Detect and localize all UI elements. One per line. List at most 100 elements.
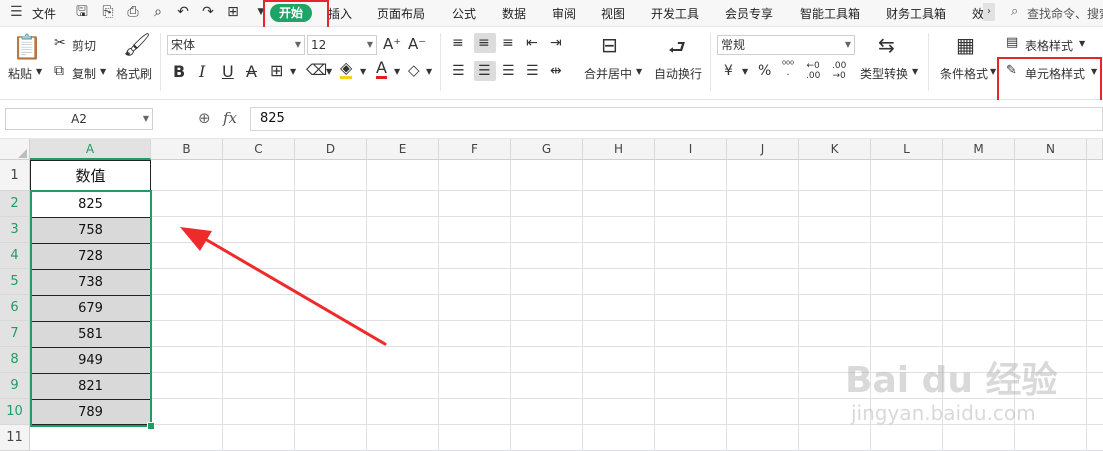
fx-button[interactable]: fx — [223, 109, 237, 127]
copy-dropdown-icon[interactable]: ▼ — [100, 67, 106, 76]
clear-dropdown-icon[interactable]: ▼ — [426, 67, 432, 76]
copy-icon[interactable]: ⧉ — [54, 63, 64, 79]
increase-decimal-icon[interactable]: ←0.00 — [806, 61, 820, 81]
zoom-icon[interactable]: ⊕ — [198, 109, 211, 127]
indent-decrease-icon[interactable]: ⇤ — [526, 35, 538, 51]
file-menu[interactable]: 文件 — [32, 5, 56, 22]
menu-bar: ☰ 文件 🖫 ⎘ ⎙ ⌕ ↶ ↷ ⊞ ▼ 开始 插入 页面布局 公式 数据 审阅… — [0, 0, 1103, 27]
percent-button[interactable]: % — [758, 63, 771, 79]
wrap-text-button[interactable]: 自动换行 — [654, 65, 702, 82]
align-bottom-icon[interactable]: ≡ — [502, 35, 514, 51]
spreadsheet-grid: A B C D E F G H I J K L M N 1 2 3 4 5 6 … — [0, 139, 1103, 451]
separator — [160, 33, 161, 91]
chevron-down-icon: ▼ — [142, 114, 149, 123]
distribute-icon[interactable]: ⇹ — [550, 63, 562, 79]
formula-bar: A2 ▼ ⊕ fx 825 — [0, 100, 1103, 139]
align-center-icon[interactable]: ☰ — [478, 63, 491, 79]
thousands-icon[interactable]: ⁰⁰⁰ · — [782, 61, 794, 81]
type-convert-dropdown-icon[interactable]: ▼ — [912, 67, 918, 76]
align-left-icon[interactable]: ☰ — [452, 63, 465, 79]
chevron-down-icon: ▼ — [294, 40, 301, 49]
undo-icon[interactable]: ↶ — [175, 4, 191, 20]
font-name-value: 宋体 — [171, 38, 196, 52]
redo-icon[interactable]: ↷ — [200, 4, 216, 20]
wrap-text-icon[interactable]: ⮐ — [668, 33, 686, 67]
merge-dropdown-icon[interactable]: ▼ — [636, 67, 642, 76]
font-name-select[interactable]: 宋体 ▼ — [167, 35, 305, 55]
tab-developer[interactable]: 开发工具 — [651, 5, 699, 22]
export-icon[interactable]: ⎘ — [100, 4, 116, 20]
watermark-brand: Bai du 经验 — [845, 360, 1058, 401]
search-icon: ⌕ — [1011, 4, 1019, 19]
font-size-select[interactable]: 12 ▼ — [307, 35, 377, 55]
bold-button[interactable]: B — [173, 62, 185, 81]
currency-button[interactable]: ¥ — [724, 63, 733, 79]
formula-input[interactable]: 825 — [250, 107, 1103, 131]
table-style-button[interactable]: 表格样式 — [1025, 37, 1073, 54]
preview-icon[interactable]: ⌕ — [150, 4, 166, 20]
name-box[interactable]: A2 ▼ — [5, 108, 153, 130]
tab-page-layout[interactable]: 页面布局 — [377, 5, 425, 22]
justify-icon[interactable]: ☰ — [526, 63, 539, 79]
align-right-icon[interactable]: ☰ — [502, 63, 515, 79]
erase-format-icon[interactable]: ⌫ — [306, 61, 327, 79]
tab-smart-toolbox[interactable]: 智能工具箱 — [800, 5, 860, 22]
tab-formulas[interactable]: 公式 — [452, 5, 476, 22]
tab-finance-toolbox[interactable]: 财务工具箱 — [886, 5, 946, 22]
tab-view[interactable]: 视图 — [601, 5, 625, 22]
table-style-dropdown-icon[interactable]: ▼ — [1079, 39, 1085, 48]
hamburger-icon[interactable]: ☰ — [10, 4, 23, 20]
align-middle-icon[interactable]: ≡ — [478, 35, 490, 51]
paste-button[interactable]: 粘贴 — [8, 65, 32, 82]
tab-review[interactable]: 审阅 — [552, 5, 576, 22]
italic-button[interactable]: I — [199, 62, 205, 81]
paste-icon[interactable]: 📋 — [12, 33, 42, 61]
tab-member[interactable]: 会员专享 — [725, 5, 773, 22]
conditional-format-button[interactable]: 条件格式 — [940, 65, 988, 82]
number-format-select[interactable]: 常规 ▼ — [717, 35, 855, 55]
save-icon[interactable]: 🖫 — [74, 4, 90, 20]
format-painter-button[interactable]: 格式刷 — [116, 65, 152, 82]
type-convert-icon[interactable]: ⇆ — [878, 33, 895, 57]
conditional-dropdown-icon[interactable]: ▼ — [990, 67, 996, 76]
table-style-icon[interactable]: ▤ — [1006, 35, 1018, 50]
fill-color-icon[interactable]: ◈ — [340, 60, 353, 79]
clear-icon[interactable]: ◇ — [408, 61, 420, 79]
number-format-value: 常规 — [721, 38, 746, 52]
border-icon[interactable]: ⊞ — [270, 61, 283, 80]
separator — [710, 33, 711, 91]
erase-dropdown-icon[interactable]: ▼ — [326, 67, 332, 76]
chevron-down-icon: ▼ — [366, 40, 373, 49]
strikethrough-icon[interactable]: A — [246, 62, 257, 81]
watermark-url: jingyan.baidu.com — [851, 401, 1036, 425]
font-size-value: 12 — [311, 38, 327, 52]
tab-data[interactable]: 数据 — [502, 5, 526, 22]
format-painter-icon[interactable]: 🖌 — [123, 33, 151, 58]
font-color-icon[interactable]: A — [376, 60, 387, 79]
paste-dropdown-icon[interactable]: ▼ — [36, 67, 42, 76]
fill-color-dropdown-icon[interactable]: ▼ — [360, 67, 366, 76]
tab-insert[interactable]: 插入 — [328, 5, 352, 22]
merge-center-button[interactable]: 合并居中 — [584, 65, 632, 82]
scroll-tabs-icon[interactable]: › — [983, 3, 995, 21]
formula-value: 825 — [260, 111, 285, 126]
decrease-font-icon[interactable]: A⁻ — [408, 35, 426, 53]
underline-button[interactable]: U — [222, 62, 234, 81]
table-icon[interactable]: ⊞ — [225, 4, 241, 20]
align-top-icon[interactable]: ≡ — [452, 35, 464, 51]
font-color-dropdown-icon[interactable]: ▼ — [394, 67, 400, 76]
currency-dropdown-icon[interactable]: ▼ — [742, 67, 748, 76]
print-icon[interactable]: ⎙ — [125, 4, 141, 20]
cut-icon[interactable]: ✂ — [54, 35, 66, 51]
type-convert-button[interactable]: 类型转换 — [860, 65, 908, 82]
name-box-value: A2 — [71, 112, 87, 126]
increase-font-icon[interactable]: A⁺ — [383, 35, 401, 53]
copy-button[interactable]: 复制 — [72, 65, 96, 82]
merge-center-icon[interactable]: ⊟ — [601, 33, 618, 57]
cut-button[interactable]: 剪切 — [72, 37, 96, 54]
indent-increase-icon[interactable]: ⇥ — [550, 35, 562, 51]
search-input[interactable]: 查找命令、搜索 — [1027, 5, 1103, 22]
decrease-decimal-icon[interactable]: .00 →0 — [832, 61, 846, 81]
border-dropdown-icon[interactable]: ▼ — [290, 67, 296, 76]
conditional-format-icon[interactable]: ▦ — [956, 33, 975, 57]
